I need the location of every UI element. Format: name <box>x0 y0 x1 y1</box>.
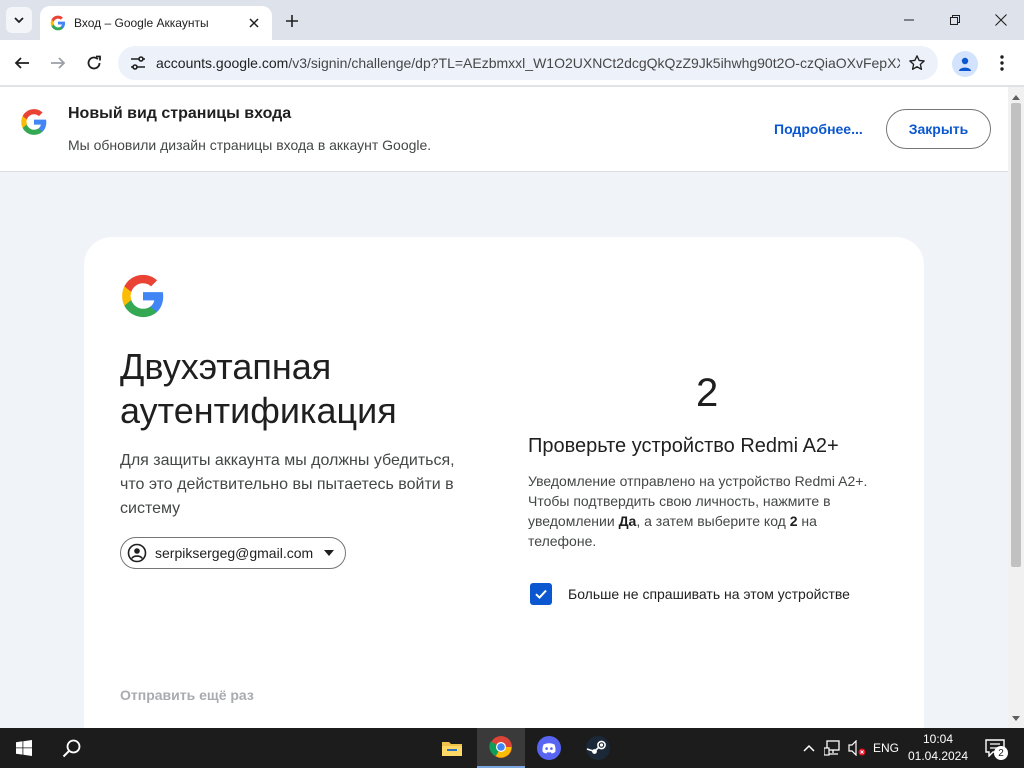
signin-card: Двухэтапная аутентификация Для защиты ак… <box>84 237 924 728</box>
reload-icon <box>87 55 101 70</box>
verification-code: 2 <box>696 371 719 415</box>
search-button[interactable] <box>48 728 96 768</box>
new-signin-banner: Новый вид страницы входа Мы обновили диз… <box>0 87 1008 172</box>
arrow-right-icon <box>51 57 66 69</box>
page-title: Двухэтапная аутентификация <box>120 345 500 433</box>
url-domain: accounts.google.com <box>156 55 289 71</box>
network-icon[interactable] <box>822 728 844 768</box>
minimize-icon <box>904 19 914 21</box>
windows-logo-icon <box>16 740 32 756</box>
chevron-down-icon <box>14 17 24 24</box>
profile-button[interactable] <box>952 51 978 77</box>
browser-toolbar: accounts.google.com/v3/signin/challenge/… <box>0 40 1024 86</box>
account-email: serpiksergeg@gmail.com <box>155 545 314 561</box>
verify-device-title: Проверьте устройство Redmi A2+ <box>528 435 839 457</box>
notification-count-badge: 2 <box>994 746 1008 760</box>
start-button[interactable] <box>0 728 48 768</box>
search-icon <box>62 739 81 758</box>
clock-time: 10:04 <box>922 732 954 746</box>
browser-tab-active[interactable]: Вход – Google Аккаунты <box>40 6 272 40</box>
caret-down-icon <box>323 547 335 559</box>
banner-close-button[interactable]: Закрыть <box>886 109 991 149</box>
check-icon <box>535 589 547 600</box>
google-g-icon <box>50 15 66 31</box>
google-logo-icon <box>21 109 47 135</box>
plus-icon <box>286 15 298 27</box>
chrome-icon <box>489 736 512 758</box>
account-circle-icon <box>125 541 149 565</box>
browser-menu-button[interactable] <box>990 51 1014 75</box>
input-language[interactable]: ENG <box>870 728 902 768</box>
new-tab-button[interactable] <box>280 9 304 33</box>
browser-titlebar: Вход – Google Аккаунты <box>0 0 1024 40</box>
scroll-thumb[interactable] <box>1011 103 1021 567</box>
page-viewport: Новый вид страницы входа Мы обновили диз… <box>0 87 1024 728</box>
account-chooser[interactable]: serpiksergeg@gmail.com <box>120 537 347 569</box>
chrome-taskbar-button[interactable] <box>477 728 525 768</box>
page-title-line2: аутентификация <box>120 390 397 431</box>
verify-bold-code: 2 <box>789 513 798 529</box>
scroll-up-icon[interactable] <box>1008 91 1024 103</box>
page-scrollbar[interactable] <box>1008 87 1024 728</box>
google-logo-icon <box>122 274 164 318</box>
tray-overflow-icon[interactable] <box>798 728 820 768</box>
file-explorer-button[interactable] <box>428 728 476 768</box>
three-dots-icon <box>1000 55 1004 71</box>
url-text: accounts.google.com/v3/signin/challenge/… <box>156 55 900 71</box>
close-icon <box>995 14 1007 26</box>
back-button[interactable] <box>8 49 36 77</box>
folder-icon <box>442 742 462 756</box>
discord-icon <box>537 736 561 760</box>
windows-taskbar: ENG 10:04 01.04.2024 2 <box>0 728 1024 768</box>
banner-subtitle: Мы обновили дизайн страницы входа в акка… <box>68 137 432 153</box>
verify-instructions: Уведомление отправлено на устройство Red… <box>528 471 878 551</box>
page-title-line1: Двухэтапная <box>120 346 332 387</box>
address-bar[interactable]: accounts.google.com/v3/signin/challenge/… <box>118 46 938 80</box>
verify-text-part2: , а затем выберите код <box>636 513 790 529</box>
remember-device-checkbox[interactable] <box>530 583 552 605</box>
tab-title: Вход – Google Аккаунты <box>74 16 209 30</box>
remember-device-label: Больше не спрашивать на этом устройстве <box>568 586 850 602</box>
close-window-button[interactable] <box>978 0 1024 40</box>
star-icon[interactable] <box>906 52 928 74</box>
close-tab-icon[interactable] <box>246 15 262 31</box>
tune-icon[interactable] <box>128 53 148 73</box>
volume-muted-icon[interactable] <box>846 728 868 768</box>
scroll-down-icon[interactable] <box>1008 712 1024 724</box>
banner-title: Новый вид страницы входа <box>68 105 292 122</box>
page-description: Для защиты аккаунта мы должны убедиться,… <box>120 452 455 517</box>
minimize-button[interactable] <box>886 0 932 40</box>
steam-taskbar-button[interactable] <box>574 728 622 768</box>
discord-taskbar-button[interactable] <box>525 728 573 768</box>
reload-button[interactable] <box>80 49 108 77</box>
restore-icon <box>950 15 960 25</box>
person-icon <box>959 57 971 71</box>
url-path: /v3/signin/challenge/dp?TL=AEzbmxxl_W1O2… <box>288 55 900 71</box>
remember-device-option[interactable]: Больше не спрашивать на этом устройстве <box>528 583 850 605</box>
verify-bold-yes: Да <box>618 513 637 529</box>
arrow-left-icon <box>14 57 29 69</box>
restore-button[interactable] <box>932 0 978 40</box>
action-center-button[interactable]: 2 <box>980 734 1010 762</box>
window-controls <box>886 0 1024 40</box>
taskbar-clock[interactable]: 10:04 01.04.2024 <box>902 731 974 765</box>
tab-search-button[interactable] <box>6 7 32 33</box>
learn-more-link[interactable]: Подробнее... <box>774 121 863 137</box>
steam-icon <box>586 736 610 760</box>
resend-link[interactable]: Отправить ещё раз <box>120 687 254 703</box>
clock-date: 01.04.2024 <box>907 749 969 763</box>
forward-button[interactable] <box>44 49 72 77</box>
